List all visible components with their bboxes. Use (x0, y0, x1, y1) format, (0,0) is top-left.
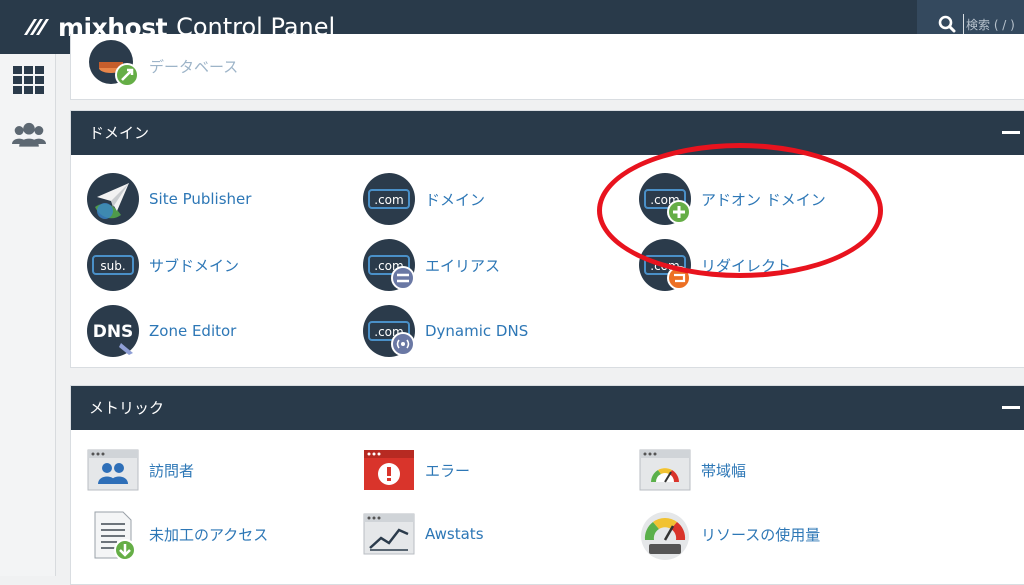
paper-plane-globe-icon (87, 173, 139, 225)
users-icon[interactable] (12, 118, 46, 152)
subdomains-label: サブドメイン (149, 256, 240, 275)
svg-text:sub.: sub. (100, 259, 125, 273)
domains-item[interactable]: .com ドメイン (363, 171, 485, 227)
visitors-icon (87, 444, 139, 496)
redirects-label: リダイレクト (701, 256, 792, 275)
metrics-panel: メトリック 訪問者 エラー 帯域幅 未加工のアクセス Awstats リソースの… (70, 385, 1024, 585)
zone-editor-item[interactable]: DNS Zone Editor (87, 303, 236, 359)
domains-panel: ドメイン Site Publisher .com ドメイン .com アドオン … (70, 110, 1024, 368)
grid-icon[interactable] (12, 63, 46, 97)
dns-icon: DNS (87, 305, 139, 357)
dynamic-dns-label: Dynamic DNS (425, 322, 529, 340)
search-icon (938, 15, 956, 33)
bandwidth-item[interactable]: 帯域幅 (639, 442, 746, 498)
chart-icon (363, 508, 415, 560)
dotcom-dynamic-icon: .com (363, 305, 415, 357)
site-publisher-item[interactable]: Site Publisher (87, 171, 251, 227)
addon-domains-item[interactable]: .com アドオン ドメイン (639, 171, 826, 227)
svg-text:DNS: DNS (93, 322, 134, 342)
resource-usage-label: リソースの使用量 (701, 525, 821, 544)
dynamic-dns-item[interactable]: .com Dynamic DNS (363, 303, 528, 359)
resource-usage-item[interactable]: リソースの使用量 (639, 506, 820, 562)
visitors-item[interactable]: 訪問者 (87, 442, 194, 498)
error-icon (363, 444, 415, 496)
awstats-item[interactable]: Awstats (363, 506, 484, 562)
domains-label: ドメイン (425, 190, 486, 209)
raw-access-label: 未加工のアクセス (149, 525, 269, 544)
svg-text:.com: .com (374, 193, 403, 207)
search-input[interactable] (963, 14, 1023, 36)
resource-usage-icon (639, 508, 691, 560)
addon-domains-label: アドオン ドメイン (701, 190, 826, 209)
aliases-label: エイリアス (425, 256, 501, 275)
dotcom-alias-icon: .com (363, 239, 415, 291)
site-publisher-label: Site Publisher (149, 190, 252, 208)
logo-mark-icon (24, 19, 49, 35)
gauge-icon (639, 444, 691, 496)
database-label: データベース (149, 57, 239, 76)
collapse-icon[interactable] (1001, 119, 1021, 139)
awstats-label: Awstats (425, 525, 484, 543)
domains-panel-header[interactable]: ドメイン (71, 111, 1024, 155)
sub-icon: sub. (87, 239, 139, 291)
main-content: データベース ドメイン Site Publisher .com ドメイン .co… (56, 34, 1024, 585)
domains-panel-title: ドメイン (89, 124, 150, 142)
metrics-panel-title: メトリック (89, 399, 165, 417)
sidebar (0, 54, 56, 576)
bandwidth-label: 帯域幅 (701, 461, 747, 480)
database-item[interactable]: データベース (87, 38, 238, 94)
dotcom-icon: .com (363, 173, 415, 225)
raw-access-icon (87, 508, 139, 561)
dotcom-add-icon: .com (639, 173, 691, 225)
dotcom-redirect-icon: .com (639, 239, 691, 291)
visitors-label: 訪問者 (149, 461, 195, 480)
subdomains-item[interactable]: sub. サブドメイン (87, 237, 239, 293)
zone-editor-label: Zone Editor (149, 322, 237, 340)
collapse-icon[interactable] (1001, 394, 1021, 414)
metrics-panel-header[interactable]: メトリック (71, 386, 1024, 430)
redirects-item[interactable]: .com リダイレクト (639, 237, 791, 293)
aliases-item[interactable]: .com エイリアス (363, 237, 500, 293)
database-panel-partial: データベース (70, 34, 1024, 100)
errors-label: エラー (425, 461, 471, 480)
database-icon (87, 40, 139, 92)
raw-access-item[interactable]: 未加工のアクセス (87, 506, 268, 562)
errors-item[interactable]: エラー (363, 442, 470, 498)
